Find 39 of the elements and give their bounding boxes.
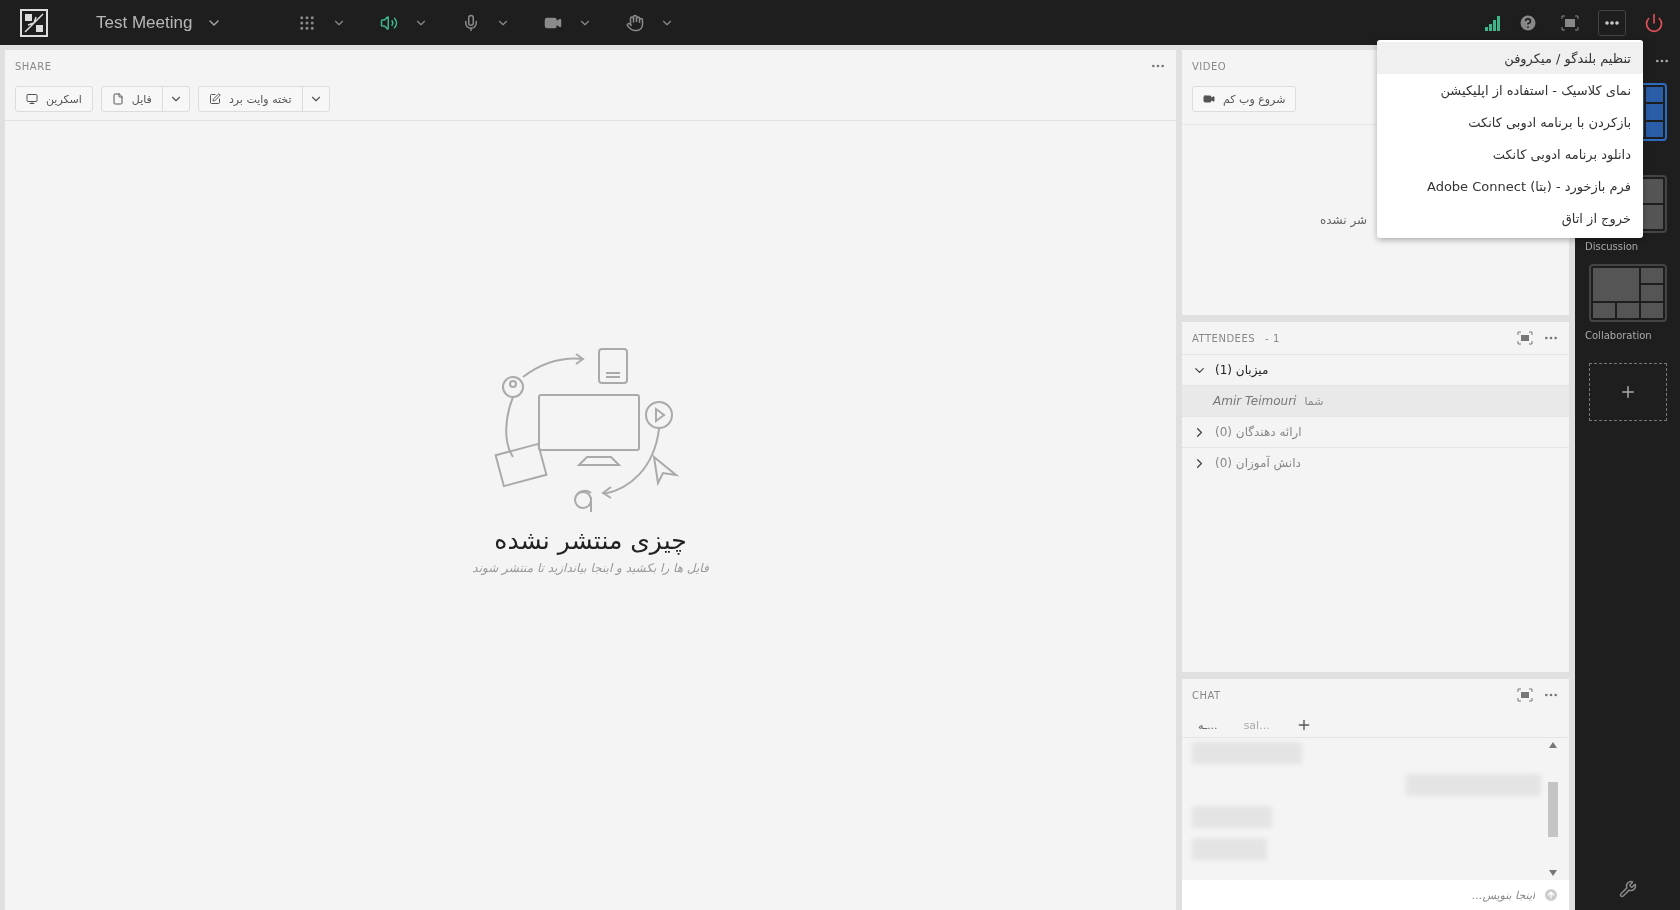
- pen-square-icon: [208, 93, 221, 105]
- scroll-up-icon[interactable]: [1549, 742, 1557, 748]
- attendee-count: - 1: [1265, 332, 1280, 344]
- scroll-down-icon[interactable]: [1549, 870, 1557, 876]
- panel-title: CHAT: [1192, 689, 1221, 701]
- layout-label: Discussion: [1585, 241, 1639, 252]
- empty-state-title: چیزی منتشر نشده: [494, 525, 687, 555]
- more-options-icon: [1605, 20, 1619, 25]
- menu-item[interactable]: تنظیم بلندگو / میکروفن: [1377, 42, 1643, 74]
- monitor-icon: [26, 93, 38, 105]
- hand-icon: [626, 13, 645, 32]
- empty-state-hint: فایل ها را بکشید و اینجا بیاندازید تا منتشر شوند: [472, 560, 709, 575]
- tools-icon[interactable]: [1618, 880, 1637, 898]
- panel-title: SHARE: [15, 60, 52, 72]
- speaker-icon: [380, 13, 399, 32]
- add-layout-button[interactable]: [1588, 363, 1667, 421]
- menu-item[interactable]: دانلود برنامه ادوبی کانکت: [1377, 138, 1643, 170]
- signal-bars-icon: [1484, 14, 1500, 31]
- scroll-thumb[interactable]: [1548, 781, 1558, 837]
- start-webcam-button[interactable]: شروع وب کم: [1193, 87, 1296, 111]
- file-icon: [111, 93, 124, 105]
- camera-icon: [1203, 93, 1215, 105]
- meeting-title[interactable]: Test Meeting: [96, 12, 193, 33]
- menu-item[interactable]: بازکردن با برنامه ادوبی کانکت: [1377, 106, 1643, 138]
- menu-item[interactable]: نمای کلاسیک - استفاده از اپلیکیشن: [1377, 74, 1643, 106]
- apps-icon: [298, 13, 317, 32]
- chat-tab[interactable]: ـه...: [1198, 718, 1218, 732]
- fullscreen-icon[interactable]: [1517, 331, 1533, 345]
- menu-item[interactable]: فرم بازخورد - (بتا) Adobe Connect: [1377, 170, 1643, 202]
- panel-title: ATTENDEES: [1192, 332, 1256, 344]
- screen-share-button[interactable]: اسکرین: [16, 87, 92, 111]
- panel-title: VIDEO: [1192, 60, 1227, 72]
- layout-label: Collaboration: [1585, 330, 1652, 341]
- fullscreen-icon[interactable]: [1517, 688, 1533, 702]
- menu-item[interactable]: خروج از اتاق: [1377, 202, 1643, 234]
- video-status: شر نشده: [1320, 213, 1368, 227]
- app-logo[interactable]: [20, 8, 48, 37]
- more-options-button[interactable]: [1598, 9, 1626, 36]
- layout-thumbnail[interactable]: [1588, 264, 1667, 322]
